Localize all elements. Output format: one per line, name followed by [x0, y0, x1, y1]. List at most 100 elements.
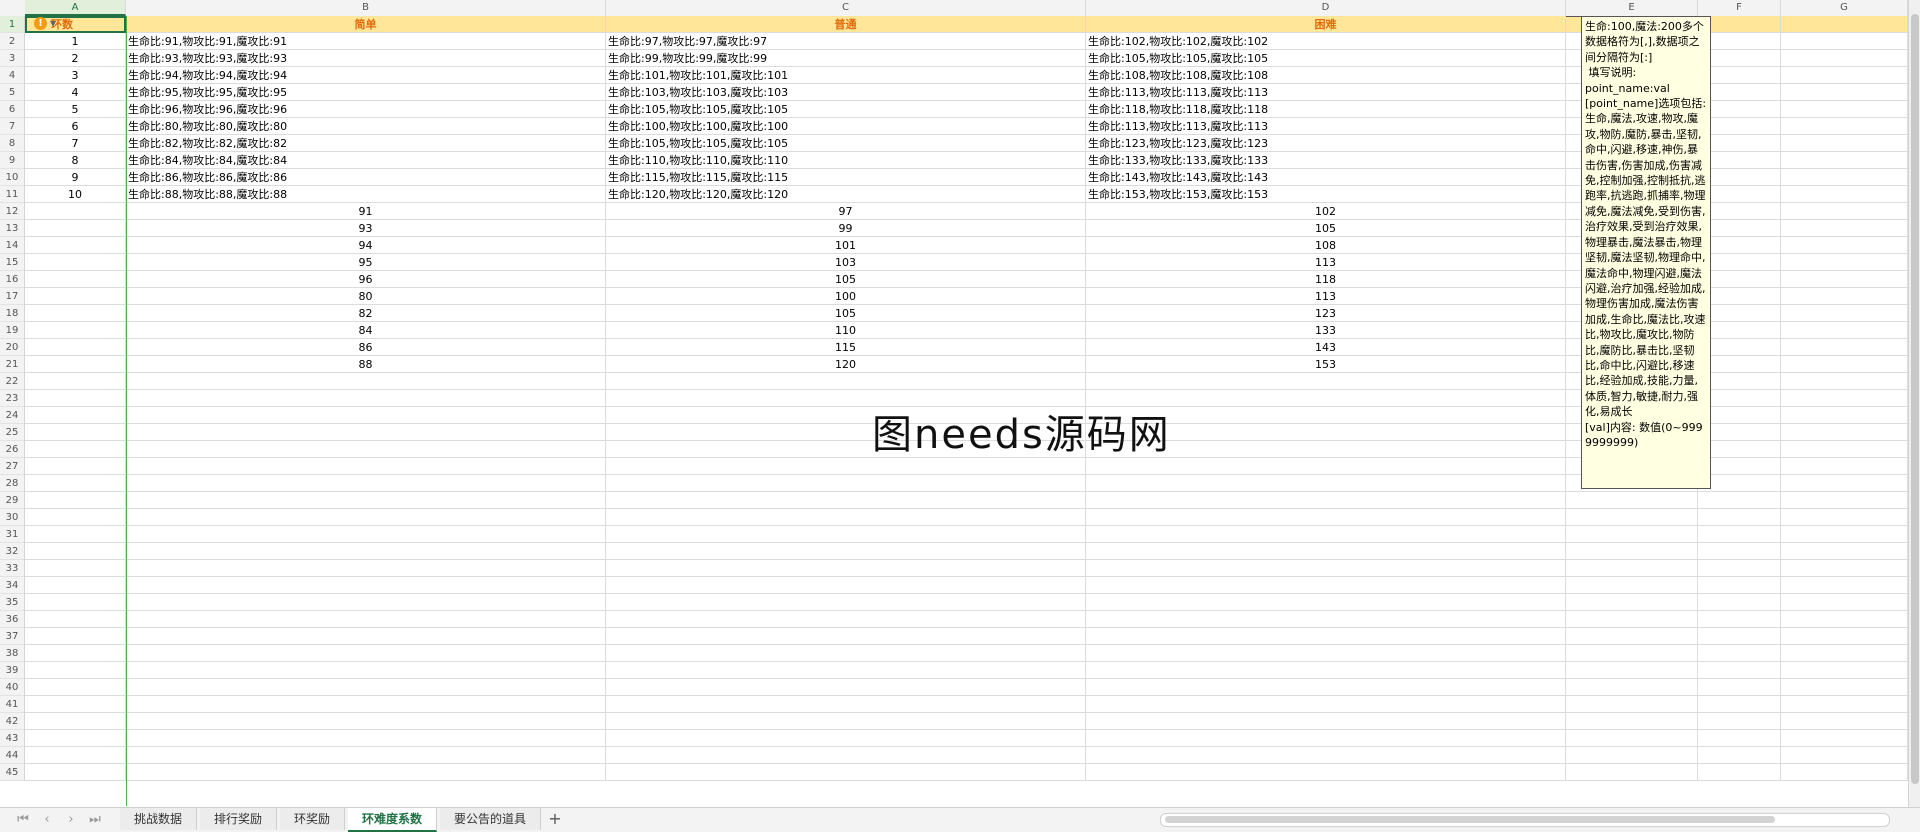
cell-empty[interactable]	[1698, 577, 1781, 594]
cell-empty[interactable]	[1566, 679, 1698, 696]
cell-empty[interactable]	[1781, 390, 1908, 407]
cell-empty[interactable]	[126, 730, 606, 747]
cell-empty[interactable]	[25, 560, 126, 577]
next-sheet-icon[interactable]: ›	[60, 812, 82, 828]
cell-b[interactable]: 生命比:86,物攻比:86,魔攻比:86	[126, 169, 606, 186]
cell-empty[interactable]	[25, 594, 126, 611]
row-header[interactable]: 38	[0, 645, 24, 662]
cell-c[interactable]: 生命比:110,物攻比:110,魔攻比:110	[606, 152, 1086, 169]
cell-d[interactable]: 生命比:143,物攻比:143,魔攻比:143	[1086, 169, 1566, 186]
cell-empty[interactable]	[1086, 730, 1566, 747]
row-header[interactable]: 19	[0, 322, 24, 339]
cell-empty[interactable]	[1781, 764, 1908, 781]
cell-empty[interactable]	[1781, 645, 1908, 662]
cell-empty[interactable]	[126, 492, 606, 509]
cell-c[interactable]: 生命比:99,物攻比:99,魔攻比:99	[606, 50, 1086, 67]
cell-empty[interactable]	[1781, 730, 1908, 747]
cell-empty[interactable]	[25, 509, 126, 526]
cell-empty[interactable]	[1781, 152, 1908, 169]
cell-empty[interactable]	[1566, 577, 1698, 594]
cell-empty[interactable]	[1698, 713, 1781, 730]
cell-empty[interactable]	[25, 390, 126, 407]
cell-empty[interactable]	[126, 560, 606, 577]
cell-empty[interactable]	[126, 543, 606, 560]
cell-empty[interactable]	[1086, 747, 1566, 764]
cell-empty[interactable]	[1781, 560, 1908, 577]
cell-empty[interactable]	[606, 628, 1086, 645]
cell-empty[interactable]	[126, 747, 606, 764]
cell-b[interactable]: 生命比:95,物攻比:95,魔攻比:95	[126, 84, 606, 101]
cell-empty[interactable]	[606, 475, 1086, 492]
row-header[interactable]: 7	[0, 118, 24, 135]
cell-empty[interactable]	[1086, 662, 1566, 679]
cell-empty[interactable]	[1566, 662, 1698, 679]
cell-empty[interactable]	[1566, 696, 1698, 713]
cell-empty[interactable]	[1781, 135, 1908, 152]
row-header[interactable]: 5	[0, 84, 24, 101]
vertical-scroll-thumb[interactable]	[1911, 14, 1919, 784]
cell-empty[interactable]	[606, 645, 1086, 662]
sheet-tab[interactable]: 排行奖励	[200, 808, 278, 830]
cell-empty[interactable]	[1781, 611, 1908, 628]
cell-empty[interactable]	[1781, 203, 1908, 220]
cell-empty[interactable]	[1781, 339, 1908, 356]
cell-empty[interactable]	[1781, 577, 1908, 594]
cell-empty[interactable]	[1566, 747, 1698, 764]
cell-b[interactable]: 生命比:96,物攻比:96,魔攻比:96	[126, 101, 606, 118]
cell-d[interactable]: 生命比:113,物攻比:113,魔攻比:113	[1086, 84, 1566, 101]
row-header[interactable]: 40	[0, 679, 24, 696]
cell-empty[interactable]	[606, 458, 1086, 475]
cell-empty[interactable]	[1781, 696, 1908, 713]
cell-empty[interactable]	[1781, 679, 1908, 696]
row-header[interactable]: 29	[0, 492, 24, 509]
cell-empty[interactable]	[1566, 543, 1698, 560]
cell-empty[interactable]	[126, 679, 606, 696]
cell-d[interactable]: 113	[1086, 288, 1566, 305]
row-header[interactable]: 23	[0, 390, 24, 407]
cell-empty[interactable]	[606, 764, 1086, 781]
column-header-b[interactable]: B	[126, 0, 606, 16]
row-header[interactable]: 14	[0, 237, 24, 254]
cell-empty[interactable]	[126, 713, 606, 730]
cell-empty[interactable]	[1698, 696, 1781, 713]
column-header-c[interactable]: C	[606, 0, 1086, 16]
cell-empty[interactable]	[1781, 84, 1908, 101]
cell-empty[interactable]	[606, 577, 1086, 594]
cell-empty[interactable]	[1698, 611, 1781, 628]
cell-empty[interactable]	[1698, 543, 1781, 560]
cell-b[interactable]: 生命比:84,物攻比:84,魔攻比:84	[126, 152, 606, 169]
row-header[interactable]: 37	[0, 628, 24, 645]
row-header[interactable]: 9	[0, 152, 24, 169]
cell-empty[interactable]	[25, 458, 126, 475]
cell-empty[interactable]	[1698, 492, 1781, 509]
cell-empty[interactable]	[606, 594, 1086, 611]
cell-empty[interactable]	[126, 645, 606, 662]
cell-empty[interactable]	[1781, 492, 1908, 509]
cell-empty[interactable]	[1086, 645, 1566, 662]
row-header[interactable]: 34	[0, 577, 24, 594]
cell-empty[interactable]	[126, 611, 606, 628]
row-header[interactable]: 18	[0, 305, 24, 322]
cell-empty[interactable]	[1781, 509, 1908, 526]
cell-empty[interactable]	[1086, 373, 1566, 390]
cell-empty[interactable]	[1781, 407, 1908, 424]
cell-empty[interactable]	[606, 730, 1086, 747]
cell-d[interactable]: 生命比:102,物攻比:102,魔攻比:102	[1086, 33, 1566, 50]
cell-ring-number[interactable]: 10	[25, 186, 126, 203]
column-header-d[interactable]: D	[1086, 0, 1566, 16]
cell-b[interactable]: 生命比:91,物攻比:91,魔攻比:91	[126, 33, 606, 50]
row-header[interactable]: 26	[0, 441, 24, 458]
cell-empty[interactable]	[1086, 492, 1566, 509]
add-sheet-icon[interactable]: +	[544, 808, 566, 830]
cell-empty[interactable]	[126, 628, 606, 645]
cell-empty[interactable]	[1698, 594, 1781, 611]
row-header[interactable]: 12	[0, 203, 24, 220]
cell-empty[interactable]	[606, 373, 1086, 390]
cell-c[interactable]: 生命比:101,物攻比:101,魔攻比:101	[606, 67, 1086, 84]
cell-ring-number[interactable]	[25, 271, 126, 288]
cell-c[interactable]: 120	[606, 356, 1086, 373]
cell-empty[interactable]	[1566, 594, 1698, 611]
cell-ring-number[interactable]	[25, 220, 126, 237]
cell-ring-number[interactable]: 4	[25, 84, 126, 101]
cell-empty[interactable]	[1781, 101, 1908, 118]
